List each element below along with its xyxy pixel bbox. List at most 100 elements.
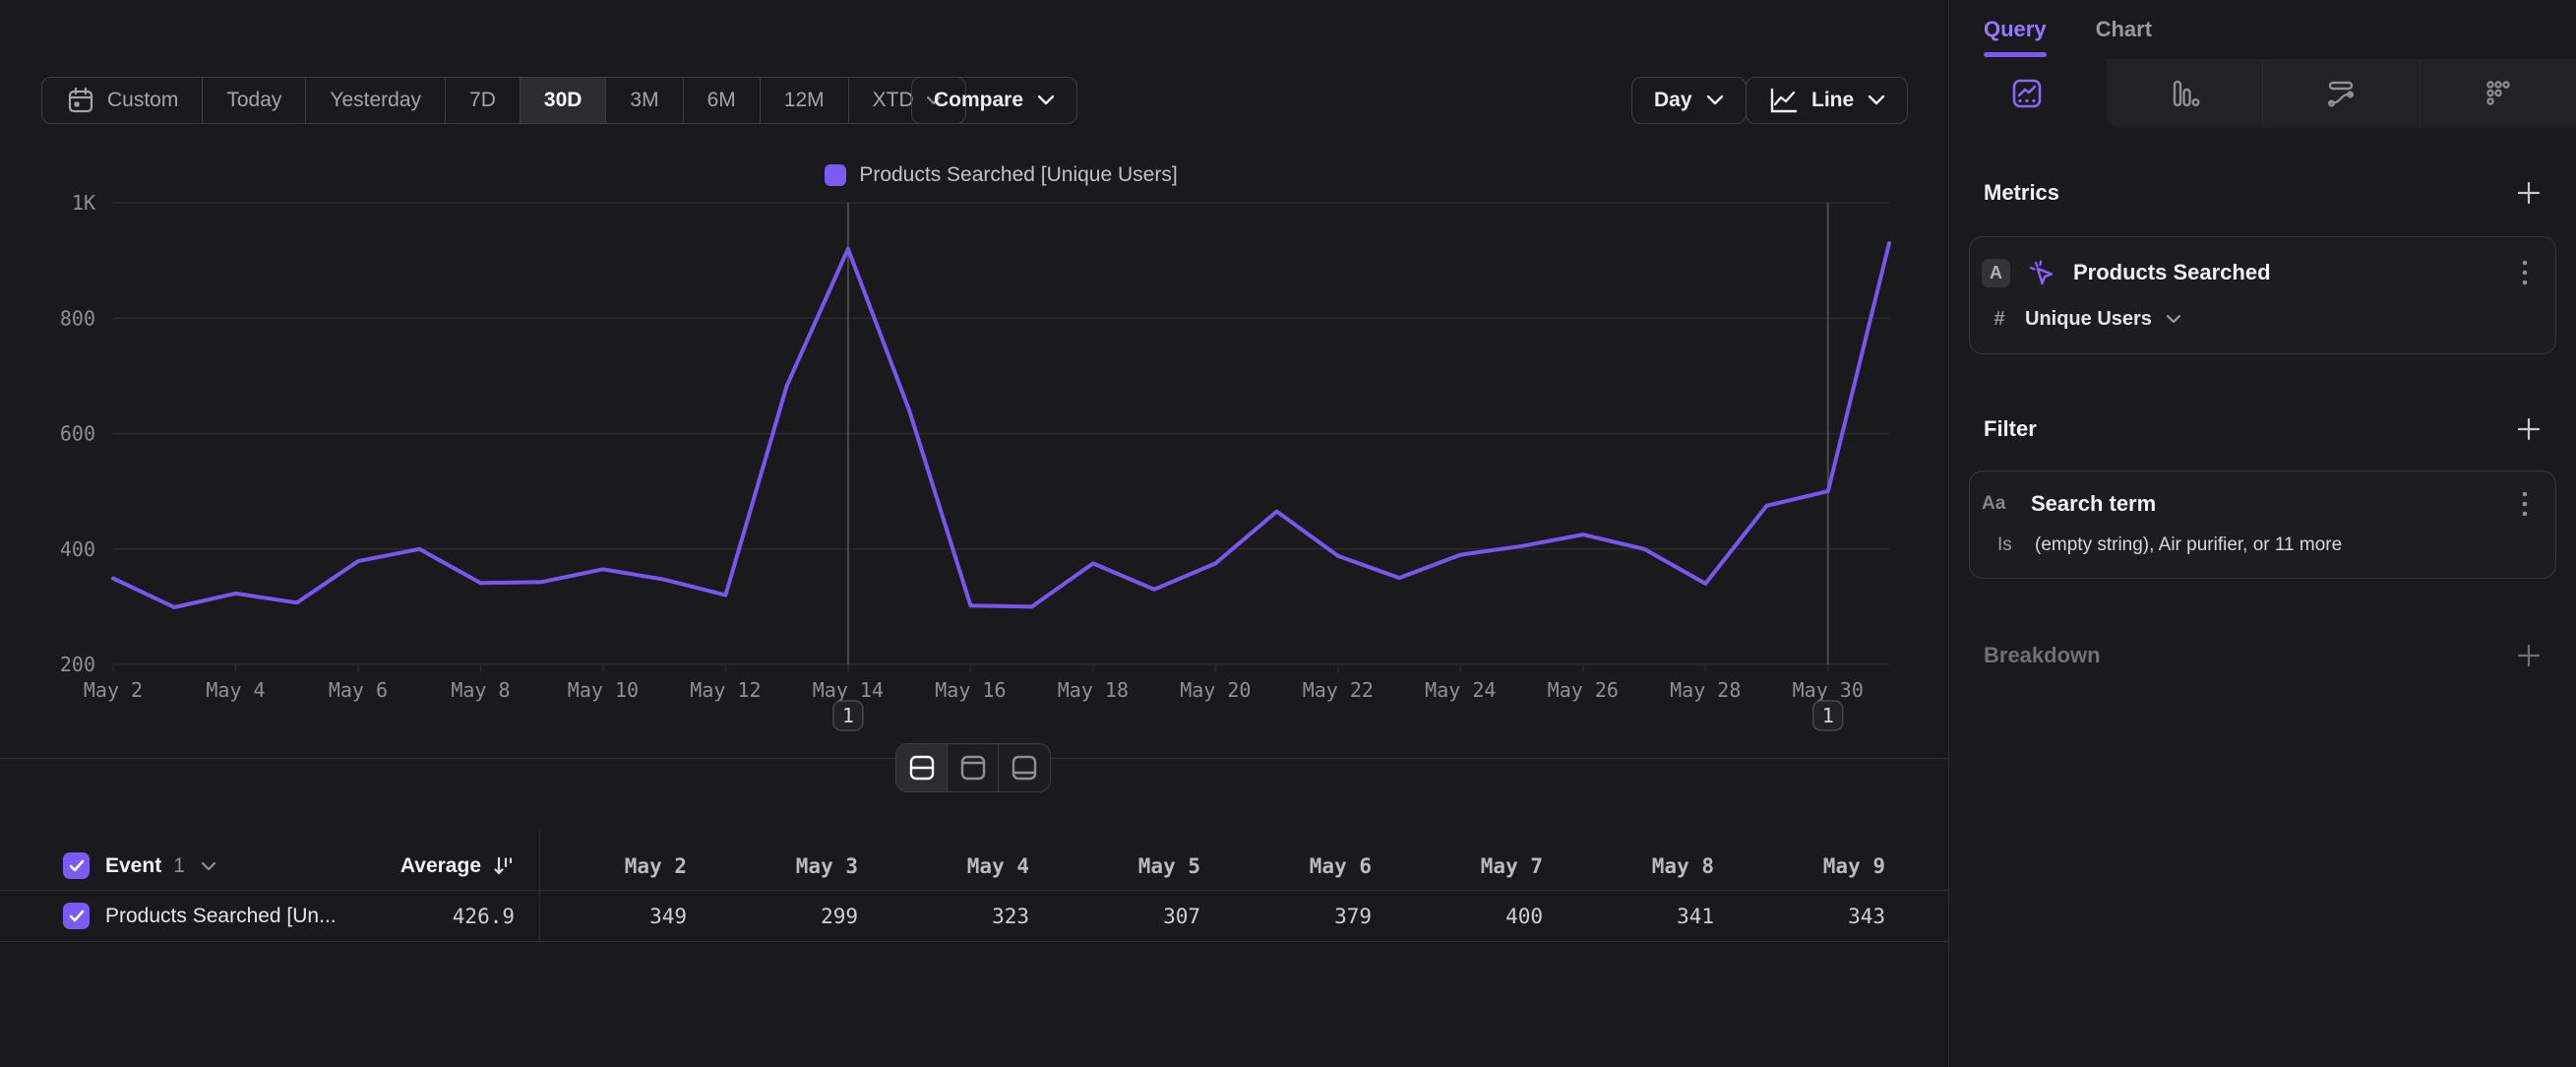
series-line [113, 243, 1889, 607]
date-column-header[interactable]: May 9 [1738, 854, 1909, 878]
chart-view-icon [956, 751, 990, 785]
event-header-label: Event [105, 854, 161, 878]
x-tick-label: May 2 [84, 678, 143, 702]
event-count: 1 [173, 854, 185, 878]
flow-chart-icon [2321, 74, 2361, 113]
active-tab-underline [1984, 52, 2047, 57]
average-header-cell[interactable]: Average [335, 854, 515, 878]
sidebar-content: Metrics A Products Searched [1949, 173, 2576, 675]
chevron-down-icon [2166, 314, 2181, 324]
plus-icon [2516, 416, 2542, 442]
value-cell: 307 [1053, 905, 1224, 928]
y-tick-label: 800 [60, 306, 95, 330]
metric-card[interactable]: A Products Searched # Unique Users [1969, 236, 2556, 354]
value-cell: 343 [1738, 905, 1909, 928]
split-view-icon [905, 751, 939, 785]
date-column-header[interactable]: May 7 [1395, 854, 1566, 878]
y-tick-label: 600 [60, 422, 95, 446]
value-cell: 341 [1566, 905, 1738, 928]
kebab-icon [2521, 257, 2529, 288]
y-tick-label: 400 [60, 537, 95, 561]
value-cell: 299 [710, 905, 882, 928]
main-area: CustomTodayYesterday7D30D3M6M12MXTD Comp… [0, 0, 1948, 1067]
chart-type-tabs [1949, 59, 2576, 128]
dots-grid-icon [2479, 74, 2518, 113]
value-cell: 400 [1395, 905, 1566, 928]
chart-type-tab-bar[interactable] [2107, 59, 2264, 128]
layout-option-table-view[interactable] [999, 744, 1050, 791]
x-tick-label: May 18 [1058, 678, 1129, 702]
annotation-badge-label: 1 [842, 704, 854, 727]
value-cell: 349 [539, 905, 710, 928]
series-name-cell: Products Searched [Un... [0, 903, 335, 929]
date-column-header[interactable]: May 3 [710, 854, 882, 878]
chart-type-tab-line[interactable] [1949, 59, 2107, 128]
tab-chart-label: Chart [2096, 17, 2152, 42]
x-tick-label: May 16 [935, 678, 1006, 702]
average-value-cell: 426.9 [335, 905, 515, 928]
x-tick-label: May 12 [690, 678, 761, 702]
date-column-header[interactable]: May 4 [882, 854, 1053, 878]
filter-value: (empty string), Air purifier, or 11 more [2035, 534, 2342, 556]
text-property-icon: Aa [1982, 493, 2015, 515]
filter-property-name: Search term [2031, 491, 2492, 517]
layout-option-chart-view[interactable] [948, 744, 999, 791]
filter-section-header: Filter [1969, 409, 2556, 449]
results-table: Event 1 Average May 2May 3May 4May 5May … [0, 842, 1948, 942]
date-column-header[interactable]: May 6 [1224, 854, 1395, 878]
series-checkbox[interactable] [63, 903, 90, 929]
metrics-section-header: Metrics [1969, 173, 2556, 213]
x-tick-label: May 30 [1793, 678, 1864, 702]
measure-selector[interactable]: # Unique Users [1982, 298, 2542, 340]
filter-menu-button[interactable] [2508, 487, 2542, 521]
plus-icon [2516, 180, 2542, 206]
metrics-title: Metrics [1984, 180, 2059, 206]
query-sidebar: Query Chart [1948, 0, 2576, 1067]
date-column-header[interactable]: May 8 [1566, 854, 1738, 878]
x-tick-label: May 10 [568, 678, 639, 702]
filter-operator: Is [1997, 534, 2021, 556]
filter-card[interactable]: Aa Search term Is (empty string), Air pu… [1969, 471, 2556, 579]
select-all-checkbox[interactable] [63, 852, 90, 879]
add-breakdown-button[interactable] [2509, 636, 2548, 675]
line-chart-icon [2007, 74, 2047, 113]
value-cell: 379 [1224, 905, 1395, 928]
tab-chart[interactable]: Chart [2096, 0, 2152, 59]
event-header-cell[interactable]: Event 1 [0, 852, 335, 879]
metric-menu-button[interactable] [2508, 256, 2542, 289]
layout-option-split-view[interactable] [896, 744, 948, 791]
layout-switcher [895, 743, 1051, 792]
metric-letter-badge: A [1982, 259, 2010, 287]
x-tick-label: May 8 [451, 678, 510, 702]
kebab-icon [2521, 488, 2529, 520]
chart-type-tab-dots[interactable] [2421, 59, 2576, 128]
x-tick-label: May 4 [206, 678, 265, 702]
x-tick-label: May 14 [813, 678, 884, 702]
annotation-badge-label: 1 [1822, 704, 1834, 727]
filter-title: Filter [1984, 416, 2037, 442]
date-column-header[interactable]: May 5 [1053, 854, 1224, 878]
sidebar-tabs: Query Chart [1949, 0, 2576, 59]
add-metric-button[interactable] [2509, 173, 2548, 213]
table-row[interactable]: Products Searched [Un... 426.9 349299323… [0, 891, 1948, 942]
x-tick-label: May 6 [329, 678, 388, 702]
breakdown-section-header: Breakdown [1969, 636, 2556, 675]
event-pointer-icon [2026, 257, 2057, 288]
average-value: 426.9 [453, 905, 515, 928]
tab-query-label: Query [1984, 17, 2047, 42]
series-name: Products Searched [Un... [105, 905, 335, 928]
add-filter-button[interactable] [2509, 409, 2548, 449]
table-header-row: Event 1 Average May 2May 3May 4May 5May … [0, 842, 1948, 891]
number-type-icon: # [1988, 308, 2011, 331]
date-values: 349299323307379400341343 [539, 905, 1909, 928]
x-tick-label: May 22 [1303, 678, 1374, 702]
app-root: CustomTodayYesterday7D30D3M6M12MXTD Comp… [0, 0, 2576, 1067]
x-tick-label: May 24 [1425, 678, 1496, 702]
filter-condition[interactable]: Is (empty string), Air purifier, or 11 m… [1982, 527, 2542, 564]
average-header-label: Average [400, 854, 481, 878]
value-cell: 323 [882, 905, 1053, 928]
tab-query[interactable]: Query [1984, 0, 2047, 59]
chevron-down-icon [201, 861, 216, 871]
chart-type-tab-flow[interactable] [2263, 59, 2421, 128]
date-column-header[interactable]: May 2 [539, 854, 710, 878]
